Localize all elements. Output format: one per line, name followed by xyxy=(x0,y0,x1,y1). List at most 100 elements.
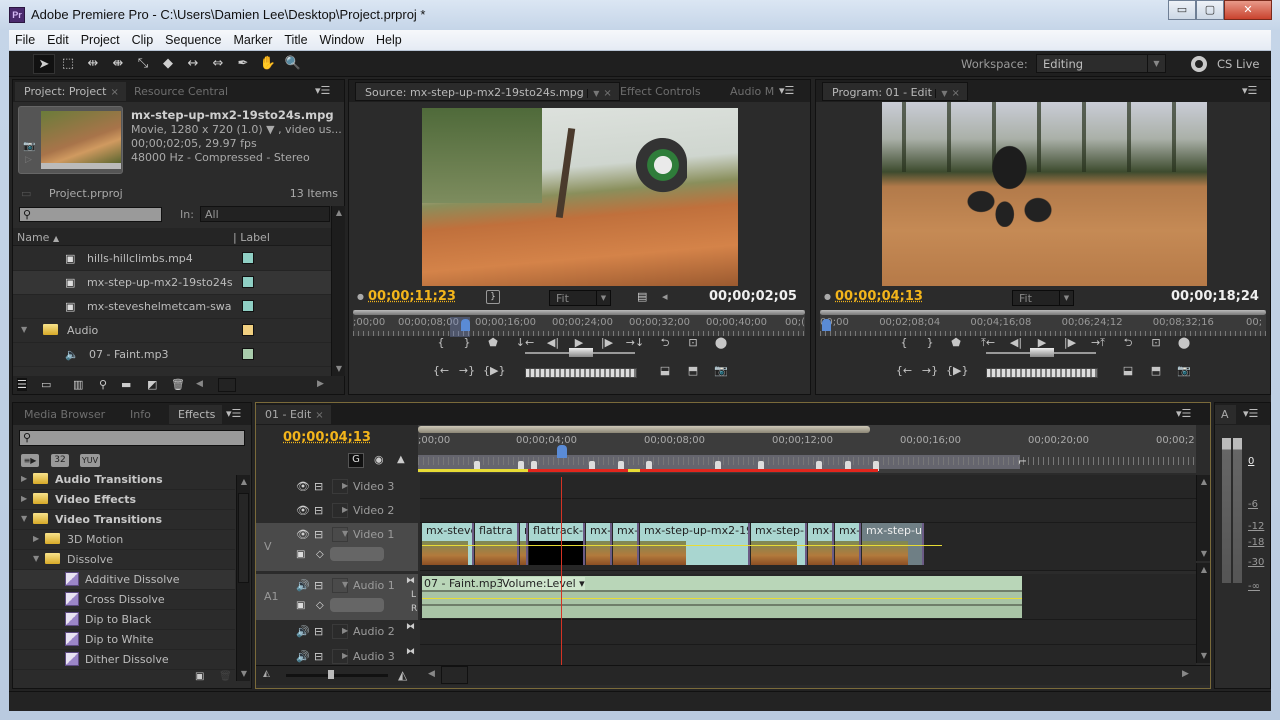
source-playhead[interactable] xyxy=(461,319,470,331)
safe-margins-button[interactable]: ⊡ xyxy=(1146,334,1166,352)
go-to-out-button[interactable]: →} xyxy=(457,362,477,380)
tab-source[interactable]: Source: mx-step-up-mx2-19sto24s.mpg ▼ × xyxy=(355,82,620,101)
video-clip[interactable]: flattra xyxy=(475,523,519,565)
sync-lock-icon[interactable]: ⊟ xyxy=(314,528,323,541)
effects-tree-item[interactable]: ▼ Dissolve xyxy=(13,550,235,570)
output-button[interactable]: ⬤ xyxy=(711,334,731,352)
list-item[interactable]: 🔈 07 - Faint.mp3 xyxy=(13,343,331,367)
zoom-tool[interactable]: 🔍 xyxy=(282,54,304,74)
go-to-in-button[interactable]: {← xyxy=(431,362,451,380)
label-swatch[interactable] xyxy=(242,324,254,336)
expand-triangle-icon[interactable]: ▶ xyxy=(21,474,27,483)
expand-triangle-icon[interactable]: ▶ xyxy=(342,481,348,490)
sync-lock-icon[interactable]: ⊟ xyxy=(314,650,323,663)
effects-tree-item[interactable]: ▶ Audio Transitions xyxy=(13,470,235,490)
go-to-in-button[interactable]: {← xyxy=(894,362,914,380)
expand-triangle-icon[interactable]: ▶ xyxy=(33,534,39,543)
source-playhead-timecode[interactable]: 00;00;11;23 xyxy=(368,289,456,304)
slip-tool[interactable]: ↔ xyxy=(182,54,204,74)
scroll-left-icon[interactable]: ◀ xyxy=(196,379,203,389)
32bit-effects-badge[interactable]: 32 xyxy=(51,454,69,467)
tab-project[interactable]: Project: Project × xyxy=(15,82,126,101)
output-button[interactable]: ⬤ xyxy=(1174,334,1194,352)
video-tracks-vscroll[interactable]: ▲ ▼ xyxy=(1196,475,1210,561)
lift-clip-button[interactable]: ⬓ xyxy=(1118,362,1138,380)
audio-gain-icon[interactable]: ⧓ xyxy=(406,647,415,657)
hscroll-thumb[interactable] xyxy=(218,378,236,392)
accelerated-effects-badge[interactable]: ≡▶ xyxy=(21,454,39,467)
zoom-slider-track[interactable] xyxy=(286,674,388,677)
effects-tree-item[interactable]: Additive Dissolve xyxy=(13,570,235,590)
find-icon[interactable]: ⚲ xyxy=(99,378,107,391)
sync-lock-icon[interactable]: ⊟ xyxy=(314,579,323,592)
list-item[interactable]: ▣ hills-hillclimbs.mp4 xyxy=(13,247,331,271)
expand-triangle-icon[interactable]: ▼ xyxy=(33,554,39,563)
minimize-button[interactable]: ▭ xyxy=(1168,0,1196,20)
new-bin-icon[interactable]: ▬ xyxy=(121,378,131,391)
effects-tree-item[interactable]: ▼ Video Transitions xyxy=(13,510,235,530)
menu-window[interactable]: Window xyxy=(314,30,370,47)
menu-file[interactable]: File xyxy=(9,30,41,47)
menu-edit[interactable]: Edit xyxy=(41,30,75,47)
snap-toggle-icon[interactable]: G xyxy=(348,453,364,468)
drag-video-icon[interactable]: ▤ xyxy=(637,290,647,303)
scroll-thumb[interactable] xyxy=(238,493,249,583)
tab-media-browser[interactable]: Media Browser xyxy=(15,405,112,424)
play-in-to-out-button[interactable]: {▶} xyxy=(483,362,505,380)
tab-audio-mixer[interactable]: Audio M xyxy=(721,82,781,101)
expand-triangle-icon[interactable]: ▶ xyxy=(342,651,348,660)
timeline-playhead-handle[interactable] xyxy=(557,445,567,458)
effects-tree-item[interactable]: ▶ Video Effects xyxy=(13,490,235,510)
go-to-out-button[interactable]: →} xyxy=(920,362,940,380)
pen-tool[interactable]: ✒ xyxy=(232,54,254,74)
video-clip[interactable]: mx-step-up xyxy=(862,523,924,565)
expand-triangle-icon[interactable]: ▶ xyxy=(342,626,348,635)
chevron-down-icon[interactable]: ▼ xyxy=(587,89,600,98)
menu-help[interactable]: Help xyxy=(370,30,408,47)
menu-title[interactable]: Title xyxy=(278,30,313,47)
scroll-down-icon[interactable]: ▼ xyxy=(237,667,251,681)
lift-button[interactable]: ⤒← xyxy=(978,334,998,352)
expand-triangle-icon[interactable]: ▼ xyxy=(21,325,27,334)
video-clip[interactable]: mx- xyxy=(586,523,612,565)
scroll-up-icon[interactable]: ▲ xyxy=(332,206,346,220)
close-button[interactable]: ✕ xyxy=(1224,0,1272,20)
display-style-icon[interactable]: ▣ xyxy=(296,549,305,560)
scroll-down-icon[interactable]: ▼ xyxy=(1197,547,1211,561)
effects-tree-item[interactable]: Dip to White xyxy=(13,630,235,650)
tab-resource-central[interactable]: Resource Central xyxy=(125,82,235,101)
step-forward-button[interactable]: |▶ xyxy=(1060,334,1080,352)
program-zoom-select[interactable]: Fit ▼ xyxy=(1012,290,1074,306)
new-custom-bin-icon[interactable]: ▣ xyxy=(195,671,204,682)
delete-icon[interactable]: 🗑 xyxy=(219,671,232,682)
maximize-button[interactable]: ▢ xyxy=(1196,0,1224,20)
loop-button[interactable]: ⮌ xyxy=(655,334,675,352)
extract-clip-button[interactable]: ⬒ xyxy=(1146,362,1166,380)
cs-live-label[interactable]: CS Live xyxy=(1217,57,1259,71)
project-vscroll[interactable]: ▲ ▼ xyxy=(331,206,345,376)
mark-in-button[interactable]: { xyxy=(431,334,451,352)
track-select-tool[interactable]: ⬚ xyxy=(57,54,79,74)
menu-clip[interactable]: Clip xyxy=(126,30,160,47)
rolling-edit-tool[interactable]: ⇼ xyxy=(107,54,129,74)
video-clip[interactable]: mx- xyxy=(808,523,834,565)
menu-project[interactable]: Project xyxy=(75,30,126,47)
set-marker-icon[interactable]: ▲ xyxy=(397,454,405,465)
panel-menu-icon[interactable]: ▾☰ xyxy=(1176,407,1191,420)
audio-gain-icon[interactable]: ⧓ xyxy=(406,576,415,586)
video-clip[interactable]: mx- xyxy=(835,523,861,565)
shuttle-slider[interactable] xyxy=(986,348,1096,357)
chevron-down-icon[interactable]: ▼ xyxy=(935,89,948,98)
speaker-icon[interactable]: 🔊 xyxy=(296,650,310,663)
yuv-effects-badge[interactable]: YUV xyxy=(80,454,100,467)
safe-margins-button[interactable]: ⊡ xyxy=(683,334,703,352)
track-target[interactable]: V xyxy=(264,540,272,553)
keyframe-icon[interactable]: ◇ xyxy=(316,549,324,560)
razor-tool[interactable]: ◆ xyxy=(157,54,179,74)
keyframe-nav[interactable] xyxy=(330,598,384,612)
work-area-bar[interactable] xyxy=(418,426,870,433)
step-back-button[interactable]: ◀| xyxy=(1006,334,1026,352)
panel-menu-icon[interactable]: ▾☰ xyxy=(226,407,241,420)
effects-tree-item[interactable]: Dither Dissolve xyxy=(13,650,235,670)
overlay-clip-button[interactable]: ⬒ xyxy=(683,362,703,380)
